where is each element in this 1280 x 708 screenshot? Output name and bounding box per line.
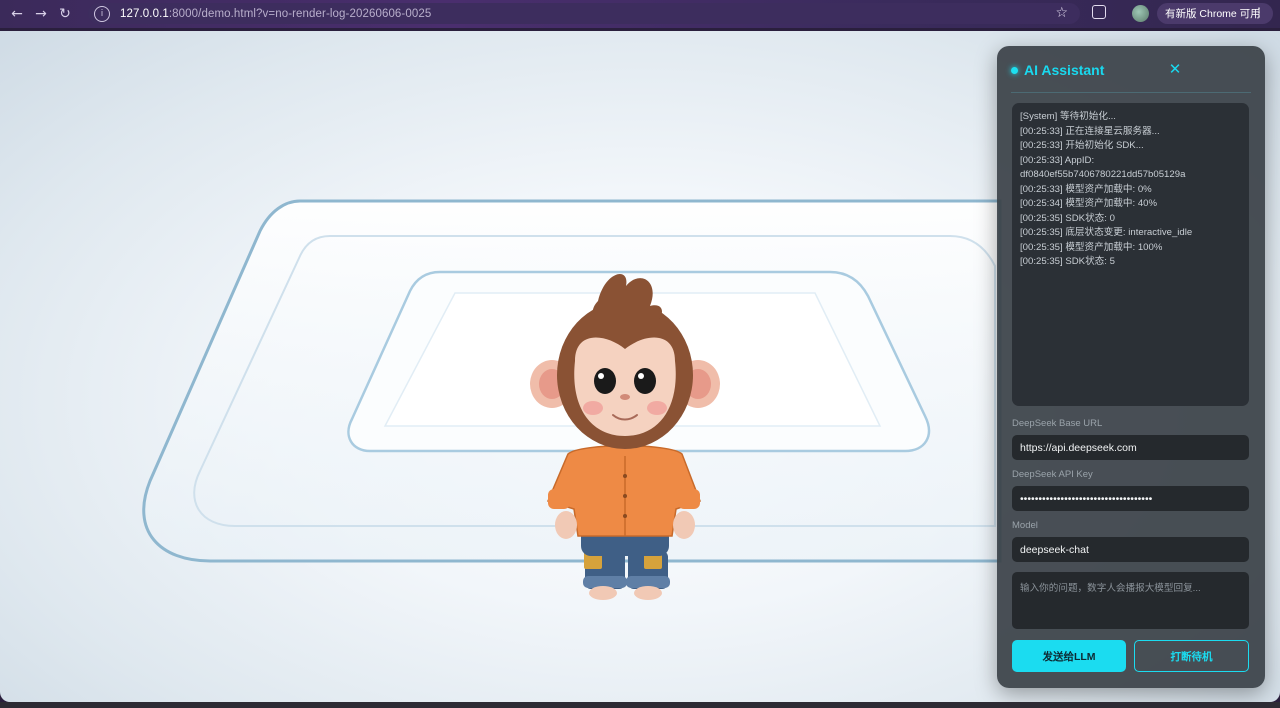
log-line: [System] 等待初始化...: [1020, 111, 1116, 122]
log-output[interactable]: [System] 等待初始化... [00:25:33] 正在连接星云服务器..…: [1012, 103, 1249, 406]
address-bar[interactable]: i 127.0.0.1:8000/demo.html?v=no-render-l…: [88, 3, 1080, 24]
arrow-right-icon[interactable]: →: [30, 3, 52, 25]
browser-toolbar: ← → ↻ i 127.0.0.1:8000/demo.html?v=no-re…: [0, 0, 1280, 28]
update-chrome-label: 有新版 Chrome 可用: [1165, 8, 1261, 20]
panel-title: AI Assistant: [1024, 62, 1105, 78]
ai-assistant-panel: AI Assistant ✕ [System] 等待初始化... [00:25:…: [997, 46, 1265, 688]
log-line: [00:25:35] 底层状态变更: interactive_idle: [1020, 227, 1193, 238]
panel-header: AI Assistant ✕: [1011, 60, 1251, 93]
log-line: [00:25:33] AppID:: [1020, 154, 1095, 166]
more-vert-icon[interactable]: ⋮: [1253, 5, 1265, 19]
log-line: [00:25:35] 模型资产加载中: 100%: [1020, 241, 1163, 253]
model-label: Model: [1012, 520, 1038, 531]
send-to-llm-button[interactable]: 发送给LLM: [1012, 640, 1126, 672]
reload-icon[interactable]: ↻: [54, 3, 76, 25]
url-host: 127.0.0.1: [120, 7, 169, 20]
base-url-field[interactable]: [1012, 435, 1249, 460]
interrupt-button[interactable]: 打断待机: [1134, 640, 1249, 672]
model-field[interactable]: [1012, 537, 1249, 562]
api-key-label: DeepSeek API Key: [1012, 469, 1093, 480]
log-line: df0840ef55b7406780221dd57b05129a: [1020, 169, 1186, 180]
question-input[interactable]: [1012, 572, 1249, 629]
log-line: [00:25:35] SDK状态: 0: [1020, 212, 1115, 224]
base-url-label: DeepSeek Base URL: [1012, 418, 1103, 429]
log-line: [00:25:34] 模型资产加载中: 40%: [1020, 198, 1158, 209]
avatar[interactable]: [1132, 5, 1149, 22]
update-chrome-button[interactable]: 有新版 Chrome 可用 ⋮: [1157, 3, 1273, 24]
status-dot: [1011, 67, 1018, 74]
bottom-strip: [0, 702, 1280, 708]
url-text[interactable]: 127.0.0.1:8000/demo.html?v=no-render-log…: [120, 8, 431, 20]
site-info-icon[interactable]: i: [94, 5, 110, 22]
api-key-field[interactable]: [1012, 486, 1249, 511]
puzzle-icon[interactable]: [1092, 5, 1106, 19]
log-line: [00:25:35] SDK状态: 5: [1020, 256, 1115, 267]
log-line: [00:25:33] 模型资产加载中: 0%: [1020, 183, 1152, 195]
star-icon[interactable]: ☆: [1055, 5, 1068, 21]
close-icon[interactable]: ✕: [1167, 60, 1183, 78]
log-line: [00:25:33] 开始初始化 SDK...: [1020, 140, 1144, 151]
log-line: [00:25:33] 正在连接星云服务器...: [1020, 125, 1160, 137]
url-path: :8000/demo.html?v=no-render-log-20260606…: [168, 7, 432, 20]
arrow-left-icon[interactable]: ←: [6, 3, 28, 25]
